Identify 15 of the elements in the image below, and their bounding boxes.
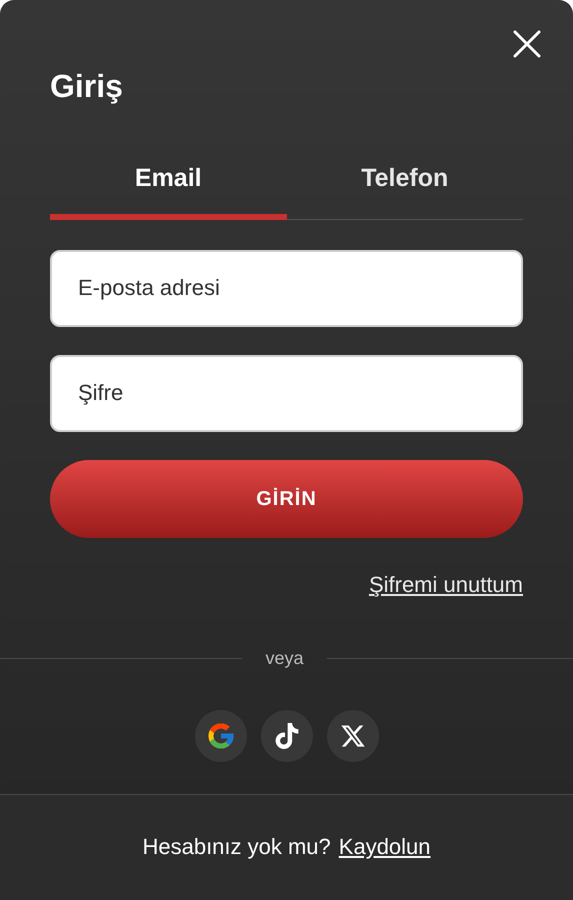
tab[interactable]: Email [50,160,286,220]
signup-link[interactable]: Kaydolun [338,830,431,863]
dialog-title: Giriş [50,70,124,102]
input-field[interactable]: E-posta adresi [50,250,523,326]
close-icon [513,30,541,58]
login-button[interactable]: GİRİN [50,460,523,538]
forgot-password-link[interactable]: Şifremi unuttum [368,568,523,600]
tab[interactable]: Telefon [286,160,523,220]
tiktok-icon [274,722,300,748]
divider-label: veya [264,646,305,670]
input-field[interactable]: Şifre [50,354,523,432]
close-button[interactable] [511,28,543,60]
x-icon [340,722,366,748]
google-icon [206,720,236,750]
signup-prompt: Hesabınız yok mu? [142,832,331,861]
